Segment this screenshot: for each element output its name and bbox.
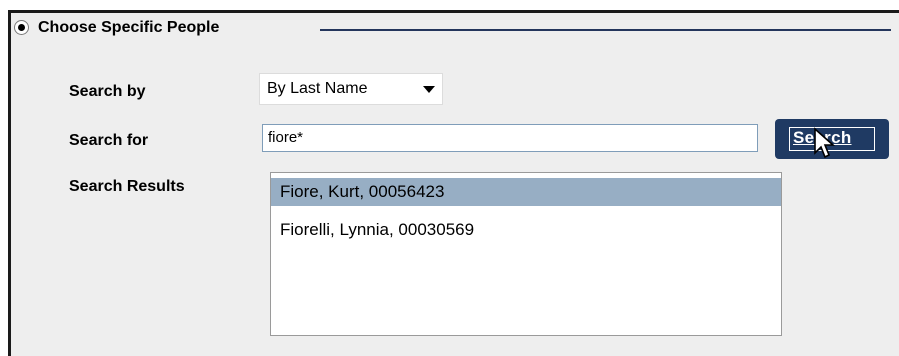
result-item[interactable]: Fiorelli, Lynnia, 00030569 <box>271 216 781 244</box>
search-by-label: Search by <box>69 83 146 100</box>
search-results-list[interactable]: Fiore, Kurt, 00056423 Fiorelli, Lynnia, … <box>270 172 782 336</box>
search-by-value: By Last Name <box>267 80 368 97</box>
section-title: Choose Specific People <box>38 19 220 36</box>
choose-specific-people-radio[interactable] <box>14 20 29 35</box>
screen: Choose Specific People Search by By Last… <box>0 0 899 356</box>
search-for-input[interactable]: fiore* <box>262 124 758 152</box>
search-for-label: Search for <box>69 132 149 149</box>
search-for-value: fiore* <box>268 129 304 146</box>
chevron-down-icon <box>423 86 435 93</box>
result-item[interactable]: Fiore, Kurt, 00056423 <box>271 178 781 206</box>
search-results-label: Search Results <box>69 178 185 195</box>
mouse-pointer-icon <box>814 127 836 159</box>
radio-selected-dot <box>18 24 25 31</box>
search-by-select[interactable]: By Last Name <box>259 73 443 105</box>
section-divider <box>320 29 891 31</box>
